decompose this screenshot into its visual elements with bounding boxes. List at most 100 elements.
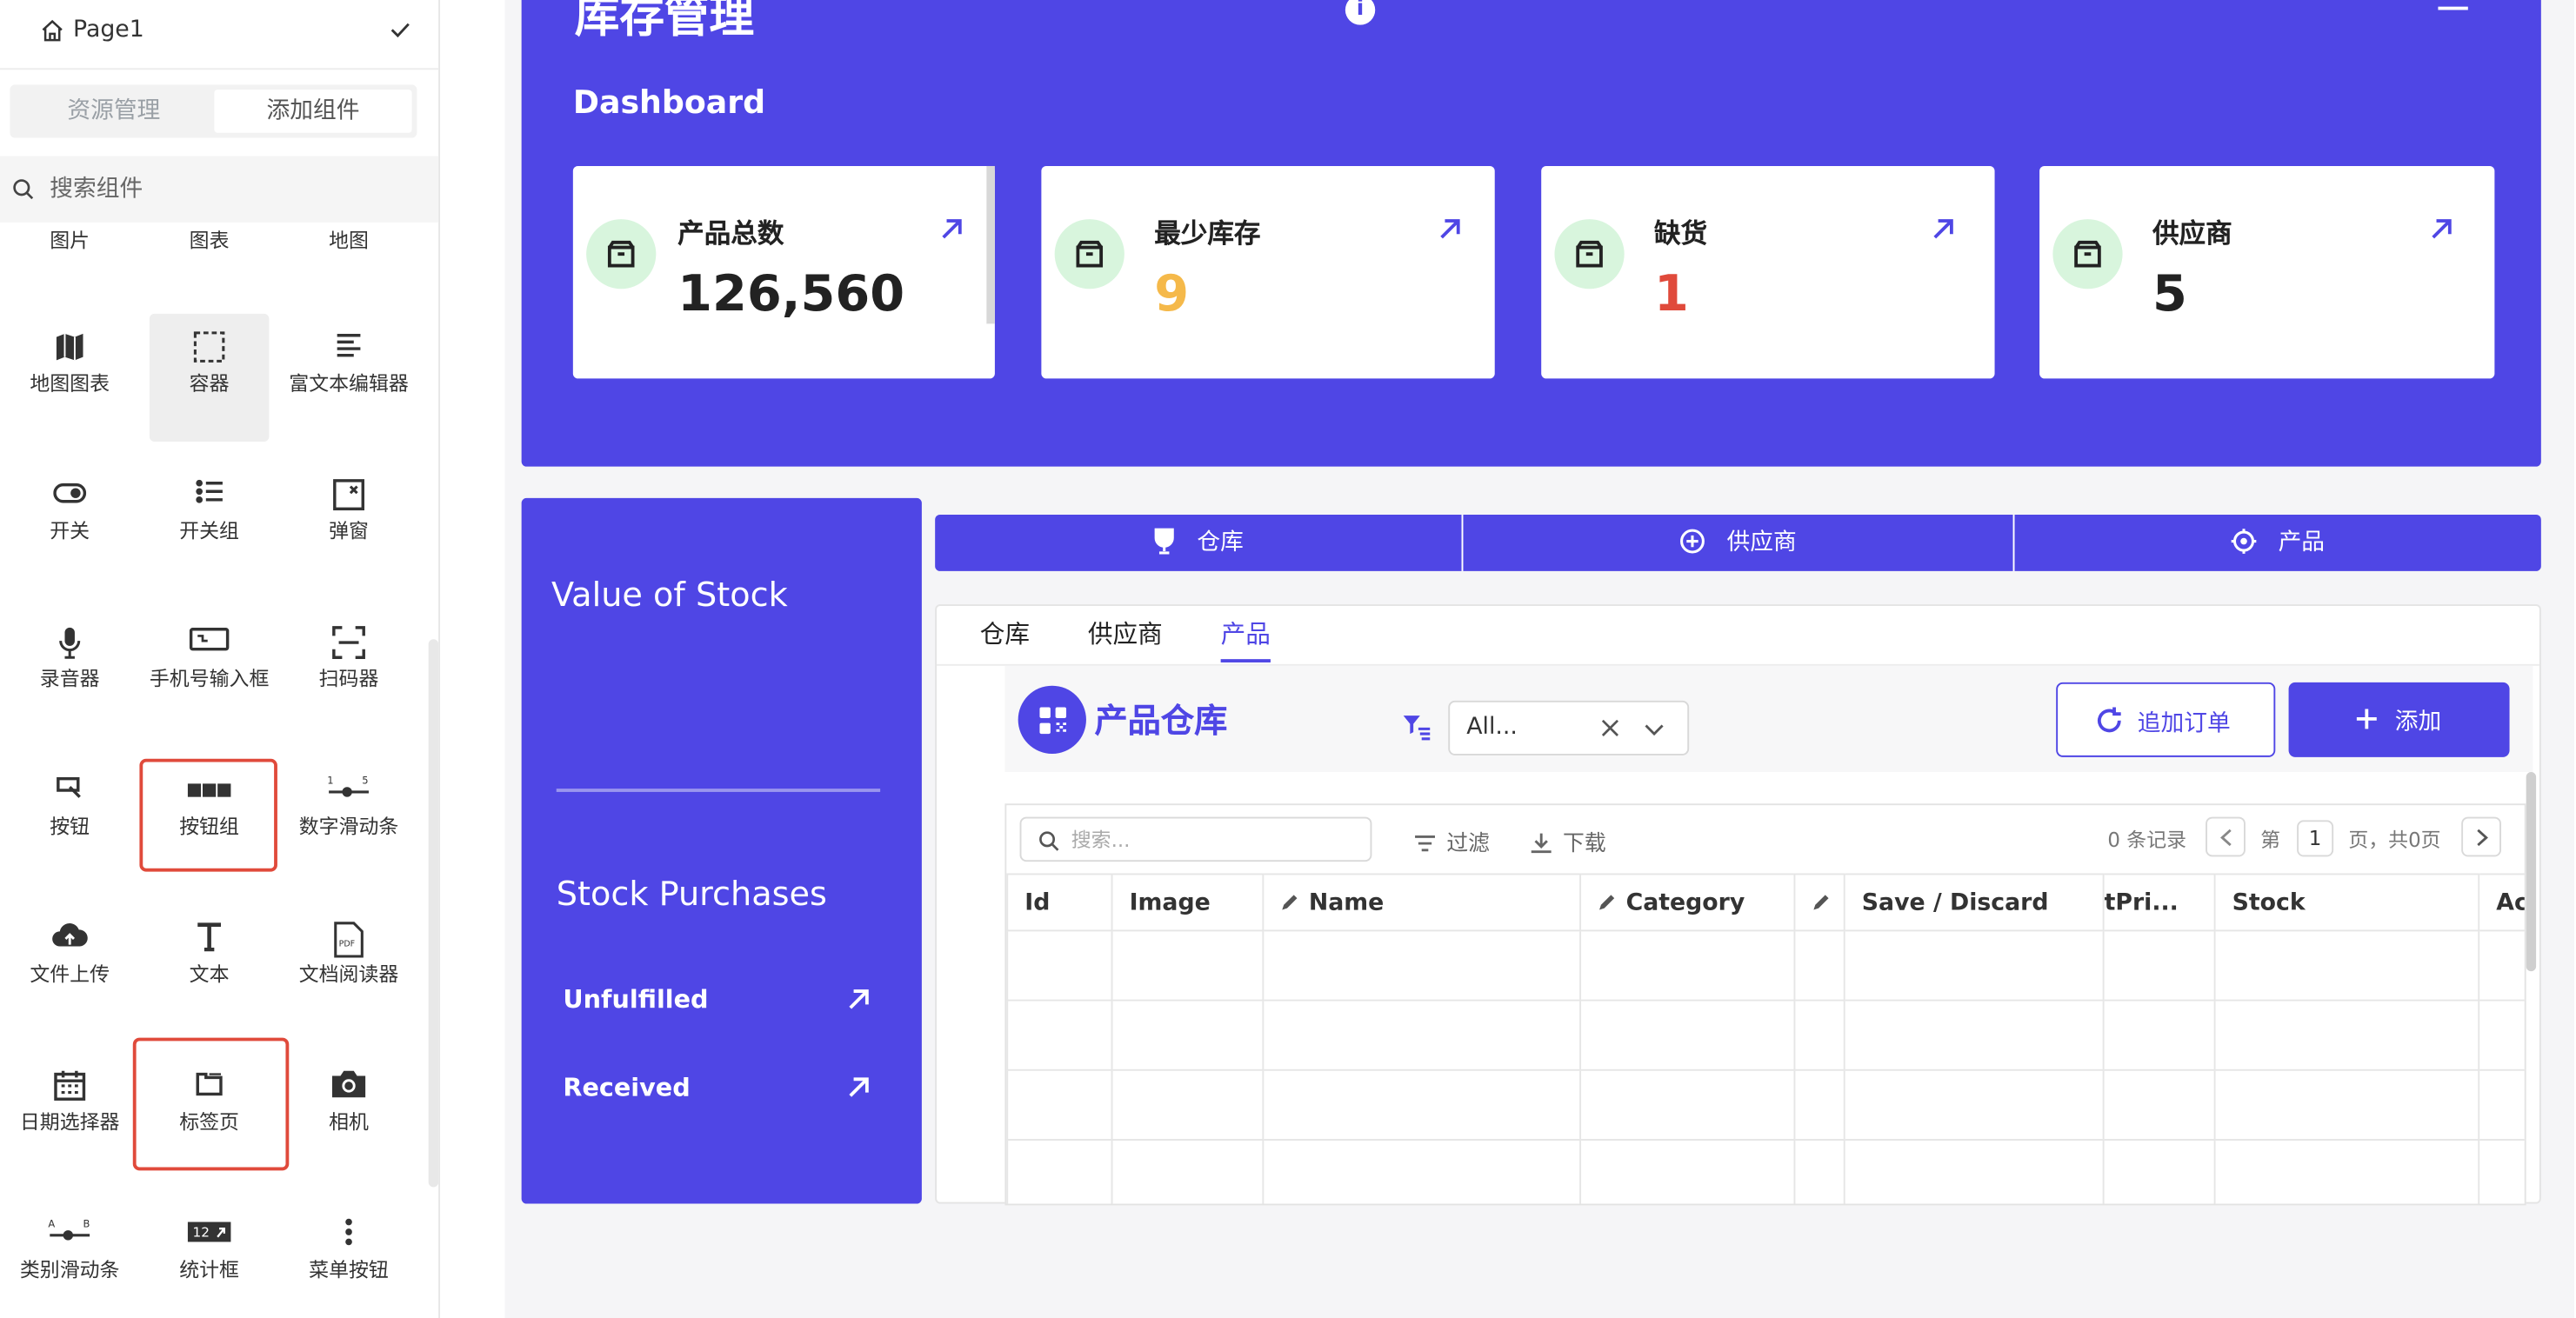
warehouse-button[interactable]: 仓库 [935,515,1461,571]
arrow-up-right-icon[interactable] [938,216,965,243]
table-cell[interactable] [1006,1068,1113,1141]
clear-icon[interactable] [1601,719,1619,737]
table-cell[interactable] [2102,1139,2216,1204]
supplier-button[interactable]: 供应商 [1463,515,2012,571]
table-cell[interactable] [2213,999,2480,1071]
tab-add-component[interactable]: 添加组件 [214,90,412,133]
tab-supplier[interactable]: 供应商 [1088,616,1163,650]
table-cell[interactable] [1262,1068,1582,1141]
stat-card-suppliers[interactable]: 供应商 5 [2039,165,2495,379]
page-number-input[interactable]: 1 [2297,820,2334,857]
arrow-up-right-icon[interactable] [2428,216,2455,243]
info-icon[interactable]: i [1345,0,1376,25]
table-cell[interactable] [1262,1139,1582,1204]
stat-card-total-products[interactable]: 产品总数 126,560 [572,165,995,379]
component-date-picker[interactable]: 日期选择器 [10,1069,129,1137]
table-cell[interactable] [2478,929,2525,1002]
filter-icon[interactable] [1402,714,1431,741]
download-tool[interactable]: 下载 [1530,825,1606,856]
component-scanner[interactable]: 扫码器 [289,626,408,694]
component-stat-box[interactable]: 12 统计框 [150,1217,269,1285]
table-cell[interactable] [1579,1139,1796,1204]
table-cell[interactable] [1579,929,1796,1002]
arrow-up-right-icon[interactable] [1930,216,1957,243]
stat-card-out-of-stock[interactable]: 缺货 1 [1541,165,1995,379]
table-cell[interactable] [1793,999,1845,1071]
filter-select[interactable]: All... [1448,700,1690,756]
table-cell[interactable] [1579,1068,1796,1141]
table-cell[interactable] [1006,999,1113,1071]
component-image[interactable]: 图片 [10,224,129,256]
table-cell[interactable] [2213,929,2480,1002]
table-cell[interactable] [1793,1139,1845,1204]
component-chart[interactable]: 图表 [150,224,269,256]
component-menu-button[interactable]: 菜单按钮 [289,1217,408,1285]
tab-product[interactable]: 产品 [1220,616,1271,662]
next-page-button[interactable] [2461,816,2502,857]
chevron-down-icon[interactable] [1645,721,1665,737]
table-cell[interactable] [1006,929,1113,1002]
component-document-reader[interactable]: PDF 文档阅读器 [289,922,408,989]
table-cell[interactable] [1843,1139,2105,1204]
component-switch-group[interactable]: 开关组 [150,478,269,546]
arrow-up-right-icon[interactable] [847,1075,871,1099]
table-cell[interactable] [1793,929,1845,1002]
column-header-stock[interactable]: Stock [2213,873,2480,932]
table-search[interactable] [1019,816,1372,862]
component-map[interactable]: 地图 [289,224,408,256]
component-category-slider[interactable]: AB 类别滑动条 [10,1217,129,1285]
tab-resource-management[interactable]: 资源管理 [15,90,212,133]
arrow-up-right-icon[interactable] [847,988,871,1011]
component-phone-input[interactable]: 手机号输入框 [150,626,269,694]
table-cell[interactable] [1793,1068,1845,1141]
collapse-icon[interactable] [2438,6,2468,10]
component-map-chart[interactable]: 地图图表 [10,330,129,398]
component-container[interactable]: 容器 [150,330,269,398]
component-recorder[interactable]: 录音器 [10,626,129,694]
table-cell[interactable] [1262,929,1582,1002]
prev-page-button[interactable] [2206,816,2246,857]
column-header-image[interactable]: Image [1111,873,1265,932]
table-row[interactable] [1006,1068,2525,1141]
stat-card-min-stock[interactable]: 最少库存 9 [1041,165,1495,379]
table-cell[interactable] [2102,1068,2216,1141]
table-search-input[interactable] [1071,825,1354,855]
arrow-up-right-icon[interactable] [1437,216,1464,243]
page-selector[interactable]: Page1 [0,0,439,70]
tab-warehouse[interactable]: 仓库 [980,616,1030,650]
component-number-slider[interactable]: 15 数字滑动条 [289,774,408,842]
column-header-actions[interactable]: Ac [2478,873,2525,932]
column-header-id[interactable]: Id [1006,873,1113,932]
table-cell[interactable] [1111,1068,1265,1141]
table-cell[interactable] [1111,1139,1265,1204]
table-row[interactable] [1006,929,2525,1002]
column-header-price[interactable]: tPri... [2102,873,2216,932]
table-cell[interactable] [1262,999,1582,1071]
table-cell[interactable] [2213,1068,2480,1141]
table-row[interactable] [1006,1139,2525,1204]
table-cell[interactable] [2102,929,2216,1002]
table-cell[interactable] [1006,1139,1113,1204]
table-cell[interactable] [1843,929,2105,1002]
component-text[interactable]: 文本 [150,922,269,989]
product-button[interactable]: 产品 [2014,515,2540,571]
component-modal[interactable]: 弹窗 [289,478,408,546]
table-cell[interactable] [1111,929,1265,1002]
sidebar-scrollbar[interactable] [428,639,439,1188]
table-row[interactable] [1006,999,2525,1071]
component-camera[interactable]: 相机 [289,1069,408,1137]
table-cell[interactable] [2478,1139,2525,1204]
table-cell[interactable] [2478,999,2525,1071]
add-button[interactable]: 添加 [2288,682,2510,757]
component-rich-text-editor[interactable]: 富文本编辑器 [289,330,409,398]
column-header-category[interactable]: Category [1579,873,1796,932]
component-switch[interactable]: 开关 [10,478,129,546]
column-header-save-discard[interactable]: Save / Discard [1843,873,2105,932]
column-header-name[interactable]: Name [1262,873,1582,932]
component-button[interactable]: 按钮 [10,774,129,842]
table-cell[interactable] [1111,999,1265,1071]
table-cell[interactable] [1843,1068,2105,1141]
table-cell[interactable] [1579,999,1796,1071]
component-search-input[interactable] [50,169,383,210]
table-scrollbar[interactable] [2526,772,2537,972]
